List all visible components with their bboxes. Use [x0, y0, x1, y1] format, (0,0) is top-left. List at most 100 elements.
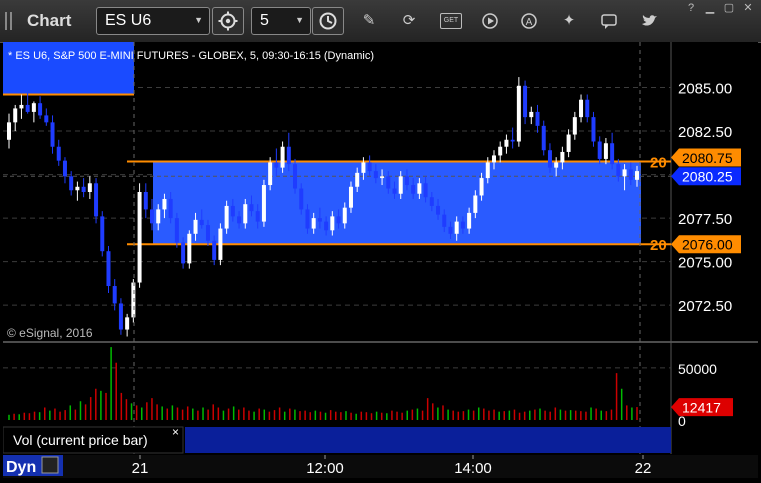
lock-icon[interactable]: [41, 456, 59, 474]
chevron-down-icon[interactable]: ▼: [194, 15, 203, 25]
twitter-icon[interactable]: [639, 11, 659, 31]
svg-text:A: A: [526, 17, 533, 28]
symbol-input[interactable]: ES U6 ▼: [96, 7, 210, 35]
price-axis[interactable]: 2085.002082.502080.002077.502075.002072.…: [671, 81, 741, 316]
candle-body: [106, 251, 111, 287]
chart-title: * ES U6, S&P 500 E-MINI FUTURES - GLOBEX…: [8, 50, 374, 62]
candle-body: [380, 176, 385, 179]
candle-body: [622, 169, 627, 177]
candle-body: [411, 185, 416, 194]
candle-body: [150, 209, 155, 224]
candle-body: [205, 225, 210, 241]
candle-body: [286, 146, 291, 165]
candle-body: [75, 186, 80, 191]
candle-body: [467, 212, 472, 229]
comment-icon[interactable]: [599, 11, 619, 31]
alert-icon[interactable]: A: [519, 11, 539, 31]
play-icon[interactable]: [480, 11, 500, 31]
candle-body: [280, 146, 285, 168]
interval-input[interactable]: 5 ▼: [251, 7, 311, 35]
candle-body: [311, 218, 316, 229]
volume-axis[interactable]: 50000012417: [671, 361, 733, 429]
refresh-icon[interactable]: ⟳: [399, 11, 419, 31]
candle-body: [373, 171, 378, 179]
candle-body: [579, 99, 584, 118]
window-title: Chart: [27, 11, 72, 30]
candle-body: [417, 183, 422, 194]
maximize-button[interactable]: ▢: [720, 1, 738, 15]
window-grip-icon[interactable]: [4, 12, 14, 30]
interval-settings-button[interactable]: [312, 7, 344, 35]
drawing-pencil-icon[interactable]: ✎: [359, 11, 379, 31]
candle-body: [498, 146, 503, 156]
price-level-chart-label: 20: [650, 237, 667, 254]
time-tick-label: 22: [635, 460, 652, 477]
candle-body: [547, 150, 552, 168]
candle-body: [187, 233, 192, 264]
volume-tick-label: 50000: [678, 361, 717, 377]
candle-body: [610, 143, 615, 165]
candle-body: [603, 143, 608, 159]
price-level-tag-label: 2076.00: [682, 237, 733, 253]
candle-body: [305, 209, 310, 229]
price-tick-label: 2077.50: [678, 211, 732, 228]
candle-body: [25, 104, 30, 112]
candle-body: [454, 221, 459, 234]
candle-body: [100, 216, 105, 252]
help-button[interactable]: ?: [682, 1, 700, 15]
candle-body: [429, 197, 434, 206]
clock-icon: [319, 12, 337, 30]
candle-body: [591, 117, 596, 142]
candle-body: [199, 219, 204, 226]
candle-body: [398, 176, 403, 194]
gear-icon: [218, 11, 238, 31]
candle-body: [230, 205, 235, 217]
candle-body: [13, 108, 18, 123]
candle-body: [137, 192, 142, 283]
volume-last-label: 12417: [682, 400, 721, 416]
minimize-button[interactable]: ▁: [701, 1, 719, 15]
price-level-chart-label: 20: [650, 155, 667, 172]
price-tick-label: 2082.50: [678, 124, 732, 141]
close-button[interactable]: ✕: [739, 1, 757, 15]
tools-icon[interactable]: ✦: [559, 11, 579, 31]
chart-canvas[interactable]: 202080.75202076.00 2085.002082.502080.00…: [2, 42, 758, 478]
volume-legend-value-bar: [185, 427, 671, 453]
candle-body: [181, 242, 186, 264]
candle-body: [212, 240, 217, 260]
candle-body: [348, 186, 353, 208]
symbol-settings-button[interactable]: [212, 7, 244, 35]
candle-body: [367, 162, 372, 172]
candle-body: [261, 185, 266, 222]
candle-body: [131, 282, 136, 318]
symbol-value: ES U6: [105, 12, 152, 29]
volume-series: [8, 347, 638, 420]
candle-body: [491, 155, 496, 163]
candle-body: [330, 216, 335, 231]
candle-body: [237, 216, 242, 224]
close-icon[interactable]: ×: [172, 425, 179, 439]
candle-body: [44, 115, 49, 123]
candle-body: [255, 211, 260, 222]
candle-body: [56, 146, 61, 161]
candle-body: [361, 162, 366, 173]
chevron-down-icon[interactable]: ▼: [295, 15, 304, 25]
candle-body: [635, 171, 639, 180]
candle-body: [268, 162, 273, 186]
chart-toolbar: Chart ES U6 ▼ 5 ▼ ✎ ⟳ GET A ✦ ? ▁ ▢ ✕: [0, 0, 761, 43]
candle-body: [125, 317, 130, 330]
candle-body: [436, 205, 441, 215]
candle-body: [69, 176, 74, 191]
candle-body: [616, 164, 621, 177]
candle-body: [218, 228, 223, 260]
candle-body: [523, 85, 528, 118]
candle-body: [448, 226, 453, 234]
candle-body: [585, 99, 590, 118]
candle-body: [317, 218, 322, 222]
candle-body: [510, 139, 515, 142]
candle-body: [336, 216, 341, 224]
candle-body: [386, 176, 391, 189]
candle-body: [628, 169, 633, 180]
candle-body: [50, 122, 55, 147]
get-data-icon[interactable]: GET: [440, 13, 462, 29]
